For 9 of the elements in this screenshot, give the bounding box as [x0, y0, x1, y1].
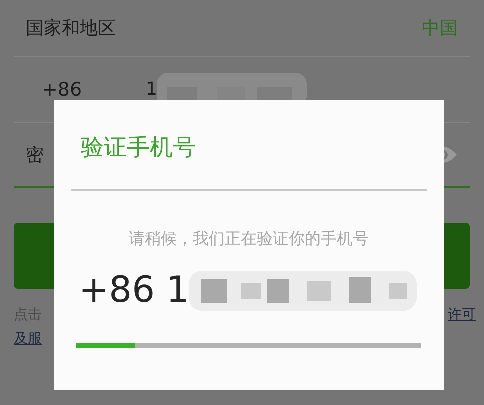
phone-input[interactable]: 1	[146, 79, 158, 100]
phone-number: +86 1	[79, 270, 190, 311]
region-label: 国家和地区	[26, 17, 116, 40]
dialog-title: 验证手机号	[80, 134, 197, 163]
country-code[interactable]: +86	[42, 78, 146, 100]
license-link[interactable]: 许可	[448, 303, 476, 327]
password-label: 密	[26, 144, 44, 166]
service-link[interactable]: 及服	[14, 327, 42, 351]
dialog-message: 请稍候，我们正在验证你的手机号	[128, 229, 370, 250]
